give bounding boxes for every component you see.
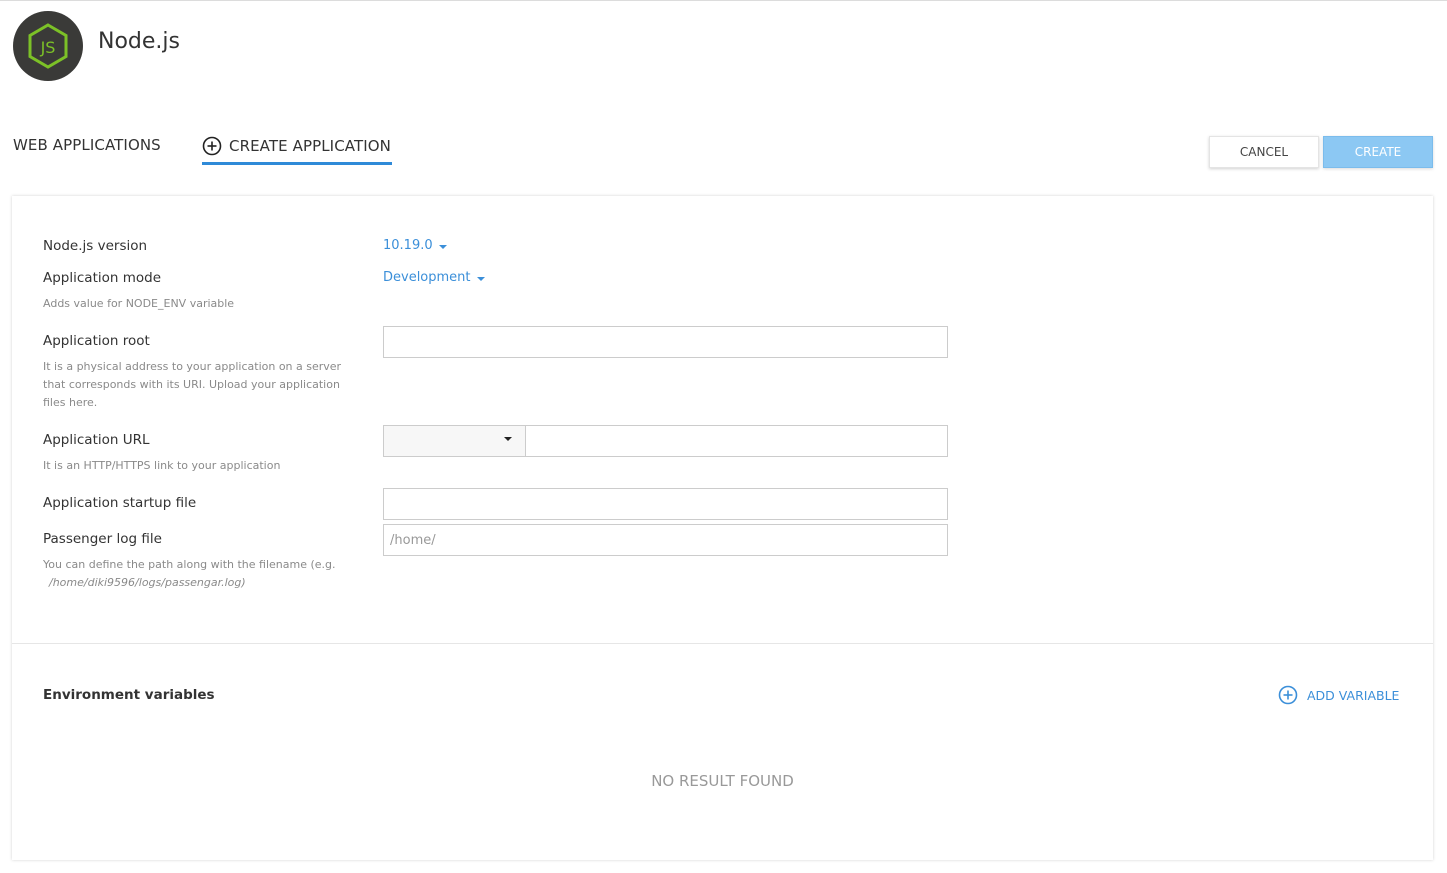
empty-state-text: NO RESULT FOUND: [651, 772, 794, 790]
page-title: Node.js: [98, 29, 180, 54]
active-tab-indicator: [202, 162, 392, 165]
plus-circle-icon: [202, 136, 222, 156]
caret-down-icon: [476, 276, 485, 281]
caret-down-icon: [504, 437, 512, 441]
app-mode-label: Application mode: [43, 270, 162, 286]
tab-web-applications[interactable]: WEB APPLICATIONS: [13, 136, 161, 154]
create-button[interactable]: CREATE: [1323, 136, 1433, 168]
env-variables-title: Environment variables: [43, 687, 215, 703]
node-version-dropdown[interactable]: 10.19.0: [383, 238, 447, 253]
cancel-button[interactable]: CANCEL: [1209, 136, 1319, 168]
app-mode-hint: Adds value for NODE_ENV variable: [43, 297, 235, 310]
app-url-hint: It is an HTTP/HTTPS link to your applica…: [43, 459, 281, 472]
add-variable-label: ADD VARIABLE: [1307, 687, 1400, 703]
app-root-hint: It is a physical address to your applica…: [43, 360, 342, 409]
tab-create-application[interactable]: CREATE APPLICATION: [202, 136, 391, 156]
app-url-input[interactable]: [526, 426, 947, 456]
app-root-input[interactable]: [383, 326, 948, 358]
plus-circle-icon: [1278, 685, 1298, 705]
log-file-hint-text: You can define the path along with the f…: [43, 558, 336, 571]
add-variable-button[interactable]: ADD VARIABLE: [1278, 685, 1399, 705]
caret-down-icon: [438, 244, 447, 249]
log-file-label: Passenger log file: [43, 531, 162, 547]
app-mode-value: Development: [383, 270, 471, 285]
node-version-label: Node.js version: [43, 238, 148, 254]
domain-select[interactable]: [384, 426, 526, 456]
log-file-hint-example: /home/diki9596/logs/passengar.log): [49, 576, 246, 589]
nodejs-logo-icon: JS: [13, 11, 83, 81]
svg-text:JS: JS: [40, 38, 56, 57]
app-url-field: [383, 425, 948, 457]
app-url-label: Application URL: [43, 432, 150, 448]
section-divider: [12, 643, 1433, 644]
startup-file-label: Application startup file: [43, 495, 197, 511]
log-file-hint: You can define the path along with the f…: [43, 556, 348, 592]
node-version-value: 10.19.0: [383, 238, 433, 253]
top-border: [0, 0, 1447, 1]
create-application-form: Node.js version 10.19.0 Application mode…: [12, 196, 1433, 860]
app-root-label: Application root: [43, 333, 150, 349]
startup-file-input[interactable]: [383, 488, 948, 520]
tab-create-label: CREATE APPLICATION: [229, 137, 391, 155]
log-file-input[interactable]: /home/: [383, 524, 948, 556]
app-mode-dropdown[interactable]: Development: [383, 270, 485, 285]
